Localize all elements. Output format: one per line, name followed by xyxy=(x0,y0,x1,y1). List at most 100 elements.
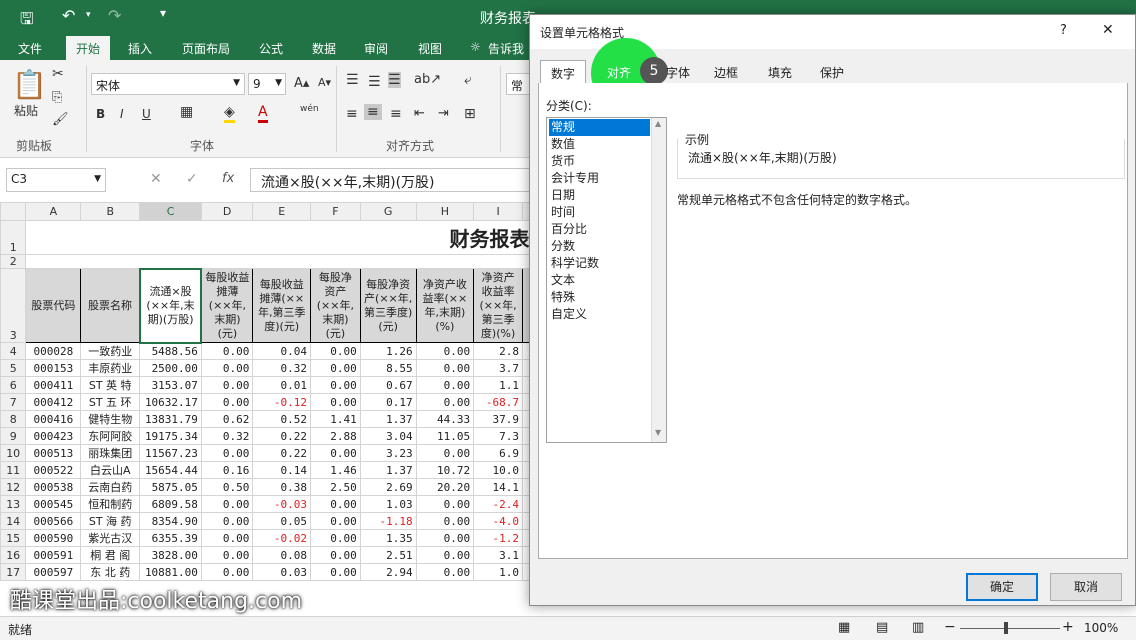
row-header[interactable]: 13 xyxy=(0,495,27,513)
cell-name[interactable]: 白云山A xyxy=(80,461,141,479)
cell-value[interactable]: 8354.90 xyxy=(139,512,202,530)
cell-name[interactable]: 东阿阿胶 xyxy=(80,427,141,445)
formula-input[interactable]: 流通×股(××年,末期)(万股) xyxy=(250,168,540,192)
tab-fill[interactable]: 填充 xyxy=(758,60,802,84)
cell-name[interactable]: 云南白药 xyxy=(80,478,141,496)
tab-page-layout[interactable]: 页面布局 xyxy=(182,40,230,57)
cell-value[interactable]: 2.69 xyxy=(359,478,417,496)
zoom-slider-track[interactable] xyxy=(960,628,1060,629)
cell-value[interactable]: 0.00 xyxy=(415,444,475,462)
cell-value[interactable]: 44.33 xyxy=(415,410,475,428)
cell-name[interactable]: ST 海 药 xyxy=(80,512,141,530)
cell-code[interactable]: 000513 xyxy=(25,444,82,462)
cell-value[interactable]: 0.00 xyxy=(415,546,475,564)
name-box[interactable]: C3 ▼ xyxy=(6,168,106,192)
cell-value[interactable]: 3.7 xyxy=(473,359,523,377)
cell-value[interactable]: 0.00 xyxy=(310,529,361,547)
save-icon[interactable]: 🖫 xyxy=(20,8,34,35)
category-list[interactable]: 常规 数值 货币 会计专用 日期 时间 百分比 分数 科学记数 文本 特殊 自定… xyxy=(546,117,667,443)
row-header[interactable]: 2 xyxy=(0,254,27,269)
font-size-select[interactable]: 9 ▼ xyxy=(248,73,286,95)
zoom-level[interactable]: 100% xyxy=(1084,621,1118,635)
cell-value[interactable]: 14.1 xyxy=(473,478,523,496)
cell-value[interactable]: 1.03 xyxy=(359,495,417,513)
enter-icon[interactable]: ✓ xyxy=(186,171,198,187)
cell-value[interactable]: 11.05 xyxy=(415,427,475,445)
zoom-out-icon[interactable]: − xyxy=(944,619,956,635)
cell-value[interactable]: 0.38 xyxy=(252,478,311,496)
cell-value[interactable]: 1.1 xyxy=(473,376,523,394)
table-header-cell[interactable]: 净资产收益率(××年,末期)(%) xyxy=(415,268,475,343)
cell-name[interactable]: ST 五 环 xyxy=(80,393,141,411)
row-header[interactable]: 7 xyxy=(0,393,27,411)
select-all-corner[interactable] xyxy=(0,202,27,221)
table-header-cell[interactable]: 流通×股(××年,末期)(万股) xyxy=(138,267,203,344)
cell-value[interactable]: 0.32 xyxy=(200,427,254,445)
row-header[interactable]: 6 xyxy=(0,376,27,394)
cell-code[interactable]: 000153 xyxy=(25,359,82,377)
cell-code[interactable]: 000591 xyxy=(25,546,82,564)
category-scrollbar[interactable]: ▲ ▼ xyxy=(651,118,666,442)
category-special[interactable]: 特殊 xyxy=(549,289,650,306)
cell-value[interactable]: 0.00 xyxy=(415,512,475,530)
orientation-icon[interactable]: ab↗ xyxy=(414,72,441,87)
table-header-cell[interactable]: 每股净资产(××年,第三季度)(元) xyxy=(359,268,417,343)
cell-value[interactable]: 2.8 xyxy=(473,342,523,360)
page-break-view-icon[interactable]: ▥ xyxy=(912,620,924,635)
tab-tell-me[interactable]: 告诉我 xyxy=(488,40,524,57)
table-header-cell[interactable]: 股票代码 xyxy=(25,268,82,343)
cell-code[interactable]: 000416 xyxy=(25,410,82,428)
cell-value[interactable]: 20.20 xyxy=(415,478,475,496)
cell-name[interactable]: 丽珠集团 xyxy=(80,444,141,462)
category-accounting[interactable]: 会计专用 xyxy=(549,170,650,187)
cell-value[interactable]: 0.14 xyxy=(252,461,311,479)
cell-value[interactable]: 3.04 xyxy=(359,427,417,445)
customize-qat-icon[interactable]: ▾ xyxy=(160,6,166,20)
cell-value[interactable]: 3.1 xyxy=(473,546,523,564)
cell-value[interactable]: 6.9 xyxy=(473,444,523,462)
zoom-in-icon[interactable]: + xyxy=(1062,619,1074,635)
cell-value[interactable]: 1.0 xyxy=(473,563,523,581)
increase-font-icon[interactable]: A▴ xyxy=(294,76,309,91)
tab-alignment[interactable]: 对齐 xyxy=(597,60,641,84)
category-fraction[interactable]: 分数 xyxy=(549,238,650,255)
cell-value[interactable]: 0.52 xyxy=(252,410,311,428)
cell-value[interactable]: 10.72 xyxy=(415,461,475,479)
paste-button-label[interactable]: 粘贴 xyxy=(14,102,38,119)
cell-value[interactable]: 0.00 xyxy=(310,495,361,513)
cell-value[interactable]: -0.03 xyxy=(252,495,311,513)
phonetic-guide-icon[interactable]: wén xyxy=(300,104,319,114)
cell-value[interactable]: 0.00 xyxy=(310,444,361,462)
table-header-cell[interactable]: 净资产收益率(××年,第三季度)(%) xyxy=(473,268,523,343)
column-header[interactable]: B xyxy=(80,202,141,221)
cut-icon[interactable]: ✂ xyxy=(52,66,64,82)
cell-value[interactable]: 2500.00 xyxy=(139,359,202,377)
scroll-down-icon[interactable]: ▼ xyxy=(655,428,661,437)
cell-value[interactable]: 0.00 xyxy=(415,563,475,581)
column-header[interactable]: G xyxy=(359,202,417,221)
row-header[interactable]: 3 xyxy=(0,268,27,343)
sheet-title[interactable]: 财务报表 xyxy=(26,221,530,255)
cell-value[interactable]: 1.37 xyxy=(359,461,417,479)
paste-icon[interactable]: 📋 xyxy=(12,68,47,101)
close-button[interactable]: ✕ xyxy=(1102,22,1114,38)
table-header-cell[interactable]: 每股收益摊薄(××年,末期)(元) xyxy=(200,268,254,343)
cell-value[interactable]: 0.32 xyxy=(252,359,311,377)
cell-value[interactable]: -68.7 xyxy=(473,393,523,411)
scroll-up-icon[interactable]: ▲ xyxy=(655,119,661,128)
tab-review[interactable]: 审阅 xyxy=(364,40,388,57)
table-header-cell[interactable]: 每股净资产(××年,末期)(元) xyxy=(310,268,361,343)
align-bottom-icon[interactable]: ☰ xyxy=(388,72,401,88)
cell-code[interactable]: 000566 xyxy=(25,512,82,530)
font-name-select[interactable]: 宋体 ▼ xyxy=(91,73,245,95)
align-center-icon[interactable]: ≡ xyxy=(364,104,382,120)
column-header[interactable]: F xyxy=(310,202,361,221)
align-middle-icon[interactable]: ☰ xyxy=(368,74,381,90)
cell-code[interactable]: 000411 xyxy=(25,376,82,394)
insert-function-icon[interactable]: fx xyxy=(222,171,234,186)
align-top-icon[interactable]: ☰ xyxy=(346,72,359,88)
row-header[interactable]: 12 xyxy=(0,478,27,496)
border-icon[interactable]: ▦ xyxy=(180,104,193,120)
category-number[interactable]: 数值 xyxy=(549,136,650,153)
cell-name[interactable]: 健特生物 xyxy=(80,410,141,428)
